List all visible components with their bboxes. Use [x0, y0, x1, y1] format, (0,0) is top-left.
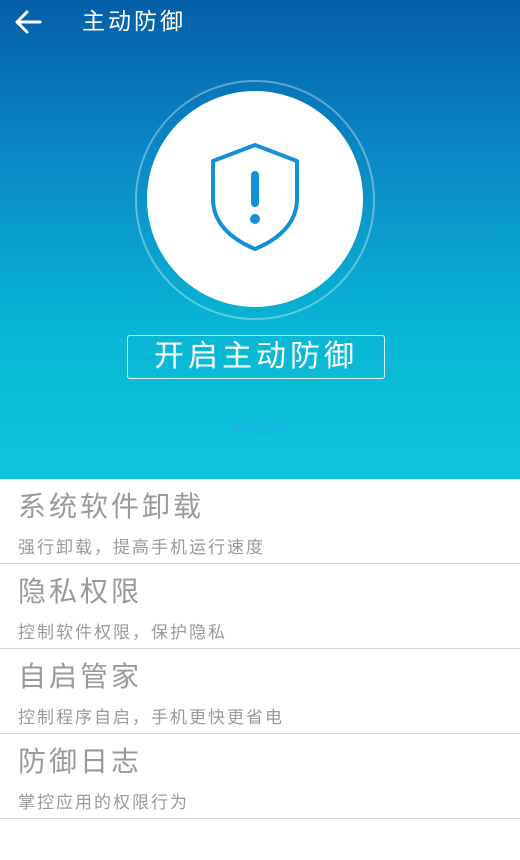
feature-description: 控制程序自启，手机更快更省电: [18, 708, 284, 728]
feature-item-privacy[interactable]: 隐私权限 控制软件权限，保护隐私: [0, 564, 520, 649]
feature-title: 防御日志: [18, 745, 143, 778]
feature-description: 强行卸载，提高手机运行速度: [18, 538, 265, 558]
feature-item-log[interactable]: 防御日志 掌控应用的权限行为: [0, 734, 520, 819]
feature-title: 隐私权限: [18, 575, 143, 608]
defense-status-text: 未开启防护: [229, 422, 290, 436]
page-title: 主动防御: [82, 9, 186, 35]
feature-item-uninstall[interactable]: 系统软件卸载 强行卸载，提高手机运行速度: [0, 479, 520, 564]
feature-title: 系统软件卸载: [18, 490, 205, 523]
hero-panel: 主动防御 开启主动防御 未开启防护: [0, 0, 520, 479]
shield-exclamation-icon: [207, 141, 303, 257]
back-button[interactable]: [10, 6, 46, 42]
feature-list: 系统软件卸载 强行卸载，提高手机运行速度 隐私权限 控制软件权限，保护隐私 自启…: [0, 479, 520, 819]
feature-item-autostart[interactable]: 自启管家 控制程序自启，手机更快更省电: [0, 649, 520, 734]
shield-circle: [147, 91, 363, 307]
feature-description: 控制软件权限，保护隐私: [18, 623, 227, 643]
feature-description: 掌控应用的权限行为: [18, 793, 189, 813]
enable-defense-button[interactable]: 开启主动防御: [127, 335, 385, 379]
top-bar: 主动防御: [0, 0, 520, 48]
feature-title: 自启管家: [18, 660, 143, 693]
arrow-left-icon: [14, 8, 42, 40]
